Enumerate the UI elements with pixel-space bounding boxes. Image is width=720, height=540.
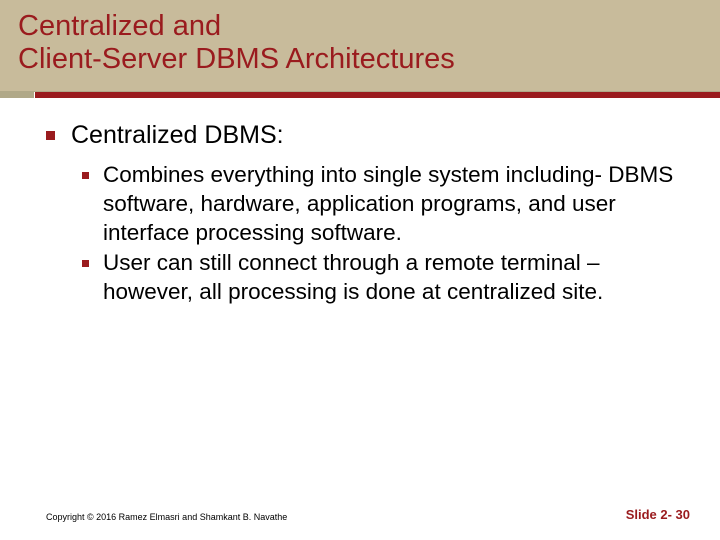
content-area: Centralized DBMS: Combines everything in… bbox=[0, 98, 720, 307]
divider-right bbox=[35, 92, 720, 98]
footer: Copyright © 2016 Ramez Elmasri and Shamk… bbox=[0, 507, 720, 522]
bullet-l2a-text: Combines everything into single system i… bbox=[103, 161, 684, 247]
bullet-l1-text: Centralized DBMS: bbox=[71, 120, 284, 151]
title-band: Centralized and Client-Server DBMS Archi… bbox=[0, 0, 720, 92]
bullet-l2b-text: User can still connect through a remote … bbox=[103, 249, 684, 307]
slide-title: Centralized and Client-Server DBMS Archi… bbox=[18, 10, 702, 77]
title-line-2: Client-Server DBMS Architectures bbox=[18, 43, 455, 75]
title-line-1: Centralized and bbox=[18, 10, 221, 42]
square-bullet-icon bbox=[82, 260, 89, 267]
bullet-level2: User can still connect through a remote … bbox=[82, 249, 684, 307]
divider-left bbox=[0, 92, 35, 98]
square-bullet-icon bbox=[82, 172, 89, 179]
slide-number: Slide 2- 30 bbox=[626, 507, 690, 522]
bullet-level1: Centralized DBMS: bbox=[46, 120, 684, 151]
square-bullet-icon bbox=[46, 131, 55, 140]
sub-bullets: Combines everything into single system i… bbox=[46, 161, 684, 307]
bullet-level2: Combines everything into single system i… bbox=[82, 161, 684, 247]
divider bbox=[0, 92, 720, 98]
copyright-text: Copyright © 2016 Ramez Elmasri and Shamk… bbox=[46, 512, 287, 522]
